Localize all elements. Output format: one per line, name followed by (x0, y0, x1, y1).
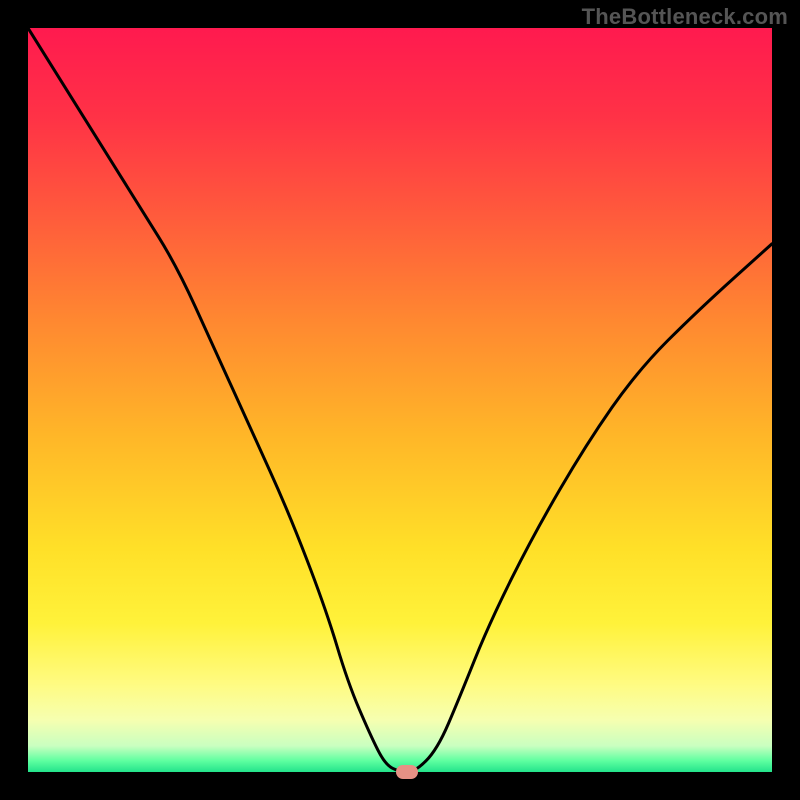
gradient-background (28, 28, 772, 772)
optimum-marker (396, 765, 418, 779)
watermark-text: TheBottleneck.com (582, 4, 788, 30)
plot-area (28, 28, 772, 772)
chart-frame: TheBottleneck.com (0, 0, 800, 800)
plot-svg (28, 28, 772, 772)
